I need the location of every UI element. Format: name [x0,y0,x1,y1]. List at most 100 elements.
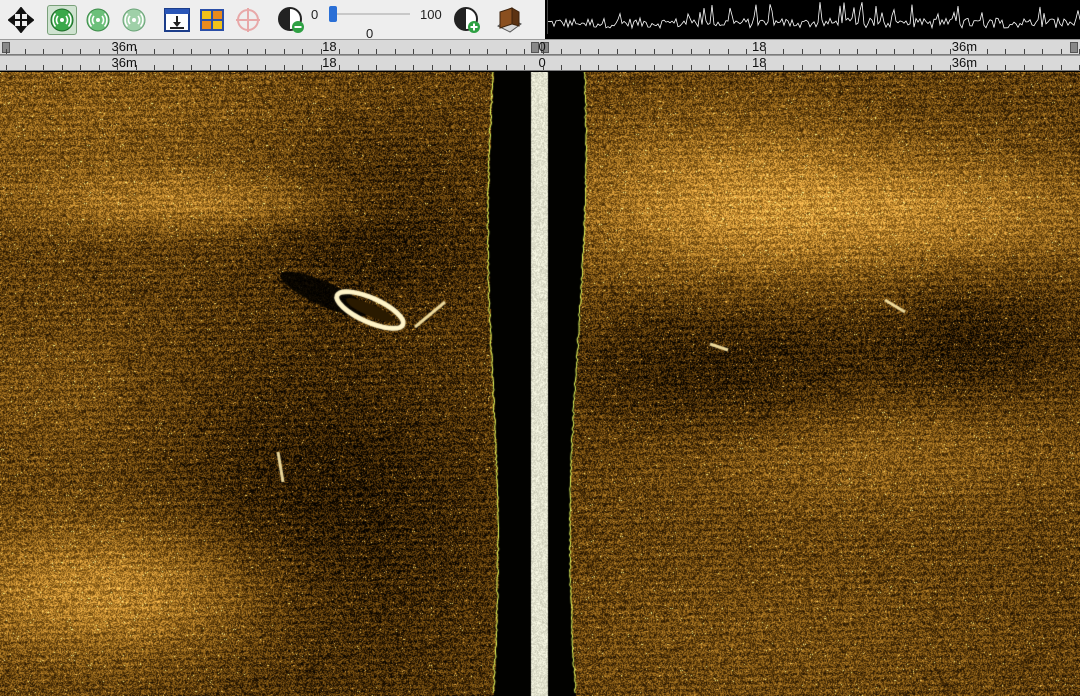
scale-tick [80,65,81,70]
scale-tick [431,49,433,54]
scale-tick [986,49,988,54]
scale-tick [505,49,507,54]
scale-tick [209,65,211,70]
scale-tick [968,65,969,70]
scale-tick [6,49,7,54]
scale-right-handle[interactable] [1070,42,1078,53]
scale-tick [339,49,340,54]
scale-label: 18 [322,39,337,54]
contrast-increase-icon[interactable] [452,5,482,35]
sidescan-sonar-image[interactable] [0,72,1080,696]
scale-tick [43,49,44,54]
scale-tick [1005,65,1006,70]
scale-tick [727,65,729,70]
scale-label: 36m [111,55,137,70]
scale-tick [61,65,63,70]
scale-tick [579,49,581,54]
slider-thumb[interactable] [329,6,337,22]
scale-tick [505,65,507,70]
scale-tick [524,49,525,54]
scale-label: 36m [951,39,978,54]
scale-tick [487,49,488,54]
signal-left-icon[interactable] [47,5,77,35]
scale-tick [1060,49,1062,54]
scale-tick [302,49,303,54]
book-notes-icon[interactable] [494,5,524,35]
signal-both-icon[interactable] [83,5,113,35]
scale-tick [413,65,414,70]
scale-tick [616,49,618,54]
scale-tick [413,49,414,54]
scale-tick [6,65,7,70]
scale-tick [801,49,803,54]
scale-tick [894,49,895,54]
pan-move-icon[interactable] [6,5,36,35]
scale-tick [579,65,581,70]
target-crosshair-icon[interactable] [233,5,263,35]
depth-trace-panel [547,0,1080,34]
scale-tick [61,49,63,54]
scale-tick [339,65,340,70]
scale-tick [283,65,285,70]
scale-tick [320,65,322,70]
scale-tick [24,65,26,70]
scale-tick [265,65,266,70]
scale-tick [376,65,377,70]
scale-tick [875,49,877,54]
slider-min-label: 0 [311,7,319,22]
signal-right-icon[interactable] [119,5,149,35]
scale-tick [635,49,636,54]
scale-tick [820,65,821,70]
scale-tick [1042,49,1043,54]
scale-tick [135,65,137,70]
scale-tick [98,65,100,70]
scale-tick [320,49,322,54]
scale-tick [135,49,137,54]
scale-tick [746,49,747,54]
scale-label: 36m [111,39,137,54]
scale-tick [949,49,951,54]
scale-tick [690,65,692,70]
scale-tick [98,49,100,54]
scale-tick [598,49,599,54]
scale-tick [1042,65,1043,70]
palette-grid-icon[interactable] [197,5,227,35]
scale-tick [635,65,636,70]
scale-tick [672,65,673,70]
scale-tick [524,65,525,70]
toolbar: 0 100 0 [0,0,545,41]
scale-tick [265,49,266,54]
scale-tick [820,49,821,54]
scale-tick [246,49,248,54]
range-scale-top: 36m 18 0 18 36m [0,39,1080,55]
scale-tick [1005,49,1006,54]
scale-tick [1023,65,1025,70]
scale-tick [394,49,396,54]
scale-tick [154,49,155,54]
scale-tick [24,49,26,54]
scale-tick [394,65,396,70]
scale-tick [801,65,803,70]
scale-tick [542,65,544,70]
contrast-decrease-icon[interactable] [276,5,306,35]
scale-tick [931,49,932,54]
scale-tick [783,49,784,54]
export-image-icon[interactable] [162,5,192,35]
scale-tick [302,65,303,70]
scale-tick [561,65,562,70]
scale-tick [875,65,877,70]
scale-tick [43,65,44,70]
scale-tick [357,49,359,54]
scale-tick [709,65,710,70]
scale-tick [80,49,81,54]
scale-tick [672,49,673,54]
slider-max-label: 100 [420,7,442,22]
scale-tick [894,65,895,70]
scale-tick [487,65,488,70]
scale-tick [709,49,710,54]
scale-label: 36m [951,55,978,70]
scale-tick [542,49,544,54]
contrast-slider[interactable] [329,6,410,22]
scale-tick [172,49,174,54]
range-scale-bottom: 36m 18 0 18 36m [0,55,1080,71]
